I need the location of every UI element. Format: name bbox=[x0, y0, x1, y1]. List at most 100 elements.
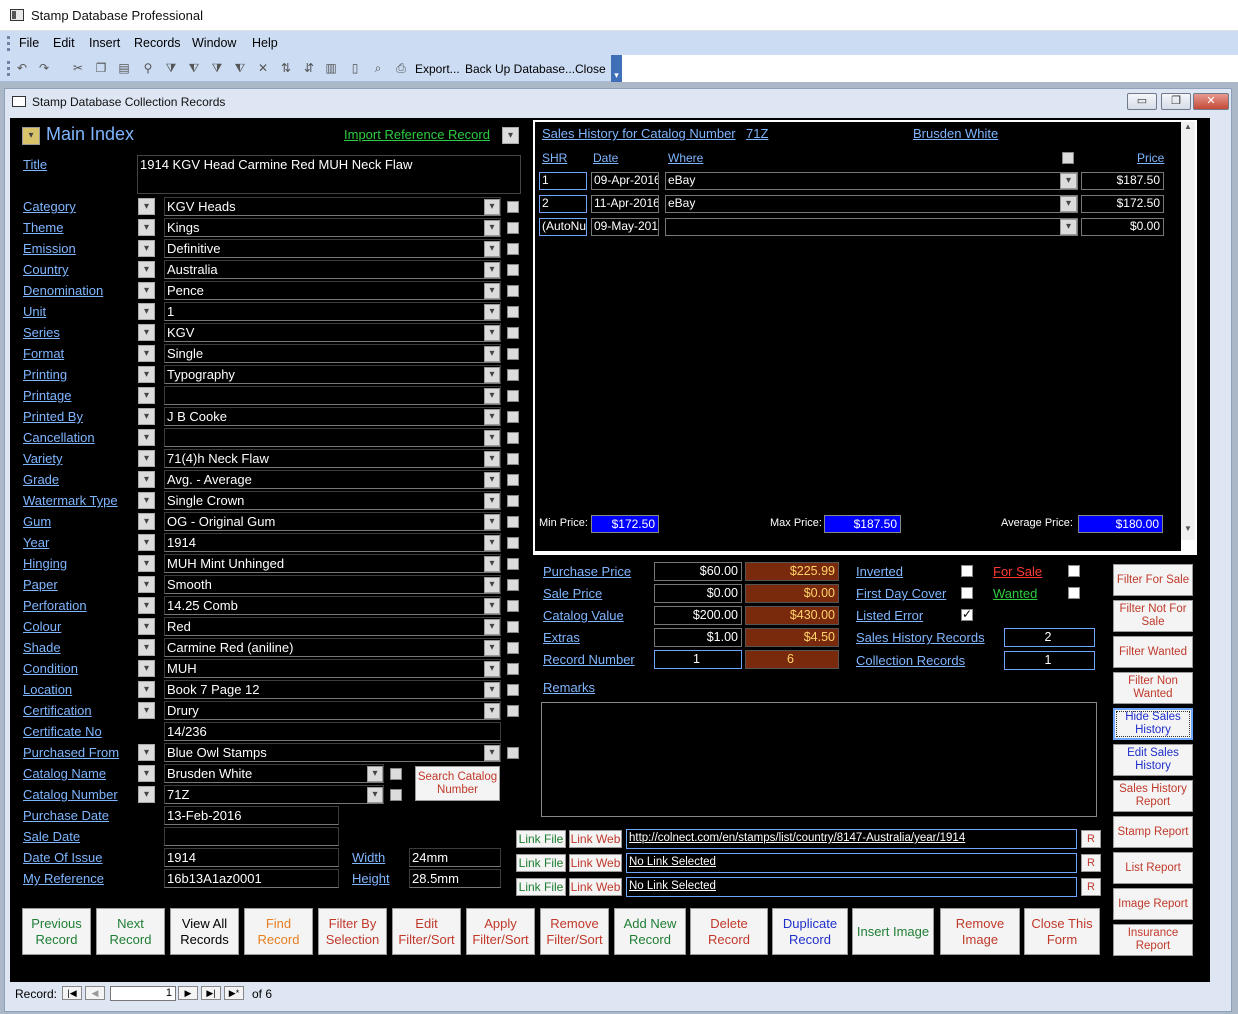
sales-row-price[interactable]: $0.00 bbox=[1081, 218, 1164, 236]
cancellation-chevron-icon[interactable]: ▾ bbox=[138, 429, 155, 446]
category-checkbox[interactable] bbox=[507, 201, 519, 213]
certification-checkbox[interactable] bbox=[507, 705, 519, 717]
remove-image-button[interactable]: Remove Image bbox=[940, 908, 1020, 955]
watermark-type-checkbox[interactable] bbox=[507, 495, 519, 507]
grade-field[interactable]: Avg. - Average bbox=[164, 470, 501, 489]
remove-link-button[interactable]: R bbox=[1081, 854, 1101, 872]
series-checkbox[interactable] bbox=[507, 327, 519, 339]
sales-history-report-button[interactable]: Sales History Report bbox=[1113, 780, 1193, 812]
purchase-date-field[interactable]: 13-Feb-2016 bbox=[164, 806, 339, 825]
colour-checkbox[interactable] bbox=[507, 621, 519, 633]
emission-field[interactable]: Definitive bbox=[164, 239, 501, 258]
remove-filter-icon[interactable]: ✕ bbox=[255, 60, 271, 76]
watermark-type-field[interactable]: Single Crown bbox=[164, 491, 501, 510]
printing-checkbox[interactable] bbox=[507, 369, 519, 381]
year-checkbox[interactable] bbox=[507, 537, 519, 549]
theme-dropdown-icon[interactable]: ▾ bbox=[484, 220, 500, 236]
insurance-report-button[interactable]: Insurance Report bbox=[1113, 924, 1193, 956]
purchased-from-checkbox[interactable] bbox=[507, 747, 519, 759]
year-chevron-icon[interactable]: ▾ bbox=[138, 534, 155, 551]
link-file-button[interactable]: Link File bbox=[516, 878, 566, 896]
denomination-dropdown-icon[interactable]: ▾ bbox=[484, 283, 500, 299]
theme-field[interactable]: Kings bbox=[164, 218, 501, 237]
sale-price-field[interactable]: $0.00 bbox=[654, 584, 742, 603]
printed-by-dropdown-icon[interactable]: ▾ bbox=[484, 409, 500, 425]
duplicate-record-button[interactable]: Duplicate Record bbox=[772, 908, 848, 955]
denomination-chevron-icon[interactable]: ▾ bbox=[138, 282, 155, 299]
paper-checkbox[interactable] bbox=[507, 579, 519, 591]
sales-row-where-dropdown-icon[interactable]: ▾ bbox=[1060, 173, 1077, 189]
sales-row-price[interactable]: $172.50 bbox=[1081, 195, 1164, 213]
sales-row-date[interactable]: 09-Apr-2016 bbox=[591, 172, 659, 190]
listed-error-checkbox[interactable] bbox=[961, 607, 973, 621]
unit-field[interactable]: 1 bbox=[164, 302, 501, 321]
sales-row-date[interactable]: 09-May-2016 bbox=[591, 218, 659, 236]
country-dropdown-icon[interactable]: ▾ bbox=[484, 262, 500, 278]
theme-checkbox[interactable] bbox=[507, 222, 519, 234]
sort-ascending-icon[interactable]: ⇅ bbox=[278, 60, 294, 76]
sales-row-where-dropdown-icon[interactable]: ▾ bbox=[1060, 196, 1077, 212]
catalog-number-field[interactable]: 71Z bbox=[164, 785, 384, 804]
perforation-field[interactable]: 14.25 Comb bbox=[164, 596, 501, 615]
inverted-checkbox[interactable] bbox=[961, 565, 973, 577]
colour-field[interactable]: Red bbox=[164, 617, 501, 636]
date-of-issue-field[interactable]: 1914 bbox=[164, 848, 339, 867]
country-field[interactable]: Australia bbox=[164, 260, 501, 279]
catalog-number-dropdown-icon[interactable]: ▾ bbox=[367, 787, 383, 803]
purchased-from-chevron-icon[interactable]: ▾ bbox=[138, 744, 155, 761]
emission-checkbox[interactable] bbox=[507, 243, 519, 255]
link-url-field[interactable]: No Link Selected bbox=[626, 853, 1077, 873]
sales-row-shr[interactable]: 1 bbox=[539, 172, 587, 190]
copy-icon[interactable]: ❐ bbox=[93, 60, 109, 76]
theme-chevron-icon[interactable]: ▾ bbox=[138, 219, 155, 236]
menu-window[interactable]: Window bbox=[192, 36, 236, 50]
perforation-chevron-icon[interactable]: ▾ bbox=[138, 597, 155, 614]
new-record-icon[interactable]: ▶* bbox=[224, 986, 244, 1000]
location-field[interactable]: Book 7 Page 12 bbox=[164, 680, 501, 699]
current-record-input[interactable]: 1 bbox=[110, 986, 176, 1001]
series-dropdown-icon[interactable]: ▾ bbox=[484, 325, 500, 341]
undo-icon[interactable]: ↶ bbox=[14, 60, 30, 76]
edit-filter-sort-button[interactable]: Edit Filter/Sort bbox=[392, 908, 461, 955]
menu-edit[interactable]: Edit bbox=[53, 36, 75, 50]
filter-by-selection-button[interactable]: Filter By Selection bbox=[318, 908, 387, 955]
menu-help[interactable]: Help bbox=[252, 36, 278, 50]
purchase-price-field[interactable]: $60.00 bbox=[654, 562, 742, 581]
format-dropdown-icon[interactable]: ▾ bbox=[484, 346, 500, 362]
catalog-name-chevron-icon[interactable]: ▾ bbox=[138, 765, 155, 782]
shade-chevron-icon[interactable]: ▾ bbox=[138, 639, 155, 656]
shade-dropdown-icon[interactable]: ▾ bbox=[484, 640, 500, 656]
columns-icon[interactable]: ▥ bbox=[323, 60, 339, 76]
catalog-value-field[interactable]: $200.00 bbox=[654, 606, 742, 625]
delete-record-button[interactable]: Delete Record bbox=[690, 908, 768, 955]
year-field[interactable]: 1914 bbox=[164, 533, 501, 552]
view-all-records-button[interactable]: View All Records bbox=[170, 908, 239, 955]
printed-by-chevron-icon[interactable]: ▾ bbox=[138, 408, 155, 425]
next-record-icon[interactable]: ▶ bbox=[178, 986, 198, 1000]
condition-dropdown-icon[interactable]: ▾ bbox=[484, 661, 500, 677]
perforation-checkbox[interactable] bbox=[507, 600, 519, 612]
certification-field[interactable]: Drury bbox=[164, 701, 501, 720]
print-preview-icon[interactable]: ⌕ bbox=[370, 60, 386, 76]
purchased-from-field[interactable]: Blue Owl Stamps bbox=[164, 743, 501, 762]
gum-chevron-icon[interactable]: ▾ bbox=[138, 513, 155, 530]
width-field[interactable]: 24mm bbox=[409, 848, 501, 867]
grade-dropdown-icon[interactable]: ▾ bbox=[484, 472, 500, 488]
image-report-button[interactable]: Image Report bbox=[1113, 888, 1193, 920]
gum-checkbox[interactable] bbox=[507, 516, 519, 528]
variety-dropdown-icon[interactable]: ▾ bbox=[484, 451, 500, 467]
shade-field[interactable]: Carmine Red (aniline) bbox=[164, 638, 501, 657]
header-checkbox[interactable] bbox=[1062, 152, 1074, 164]
link-web-button[interactable]: Link Web bbox=[569, 854, 622, 872]
print-icon[interactable]: ⎙ bbox=[393, 60, 409, 76]
denomination-field[interactable]: Pence bbox=[164, 281, 501, 300]
variety-field[interactable]: 71(4)h Neck Flaw bbox=[164, 449, 501, 468]
condition-checkbox[interactable] bbox=[507, 663, 519, 675]
first-day-cover-checkbox[interactable] bbox=[961, 587, 973, 599]
format-checkbox[interactable] bbox=[507, 348, 519, 360]
condition-chevron-icon[interactable]: ▾ bbox=[138, 660, 155, 677]
printage-field[interactable] bbox=[164, 386, 501, 405]
catalog-number-checkbox[interactable] bbox=[390, 789, 402, 801]
hide-sales-history-button[interactable]: Hide Sales History bbox=[1113, 708, 1193, 740]
denomination-checkbox[interactable] bbox=[507, 285, 519, 297]
